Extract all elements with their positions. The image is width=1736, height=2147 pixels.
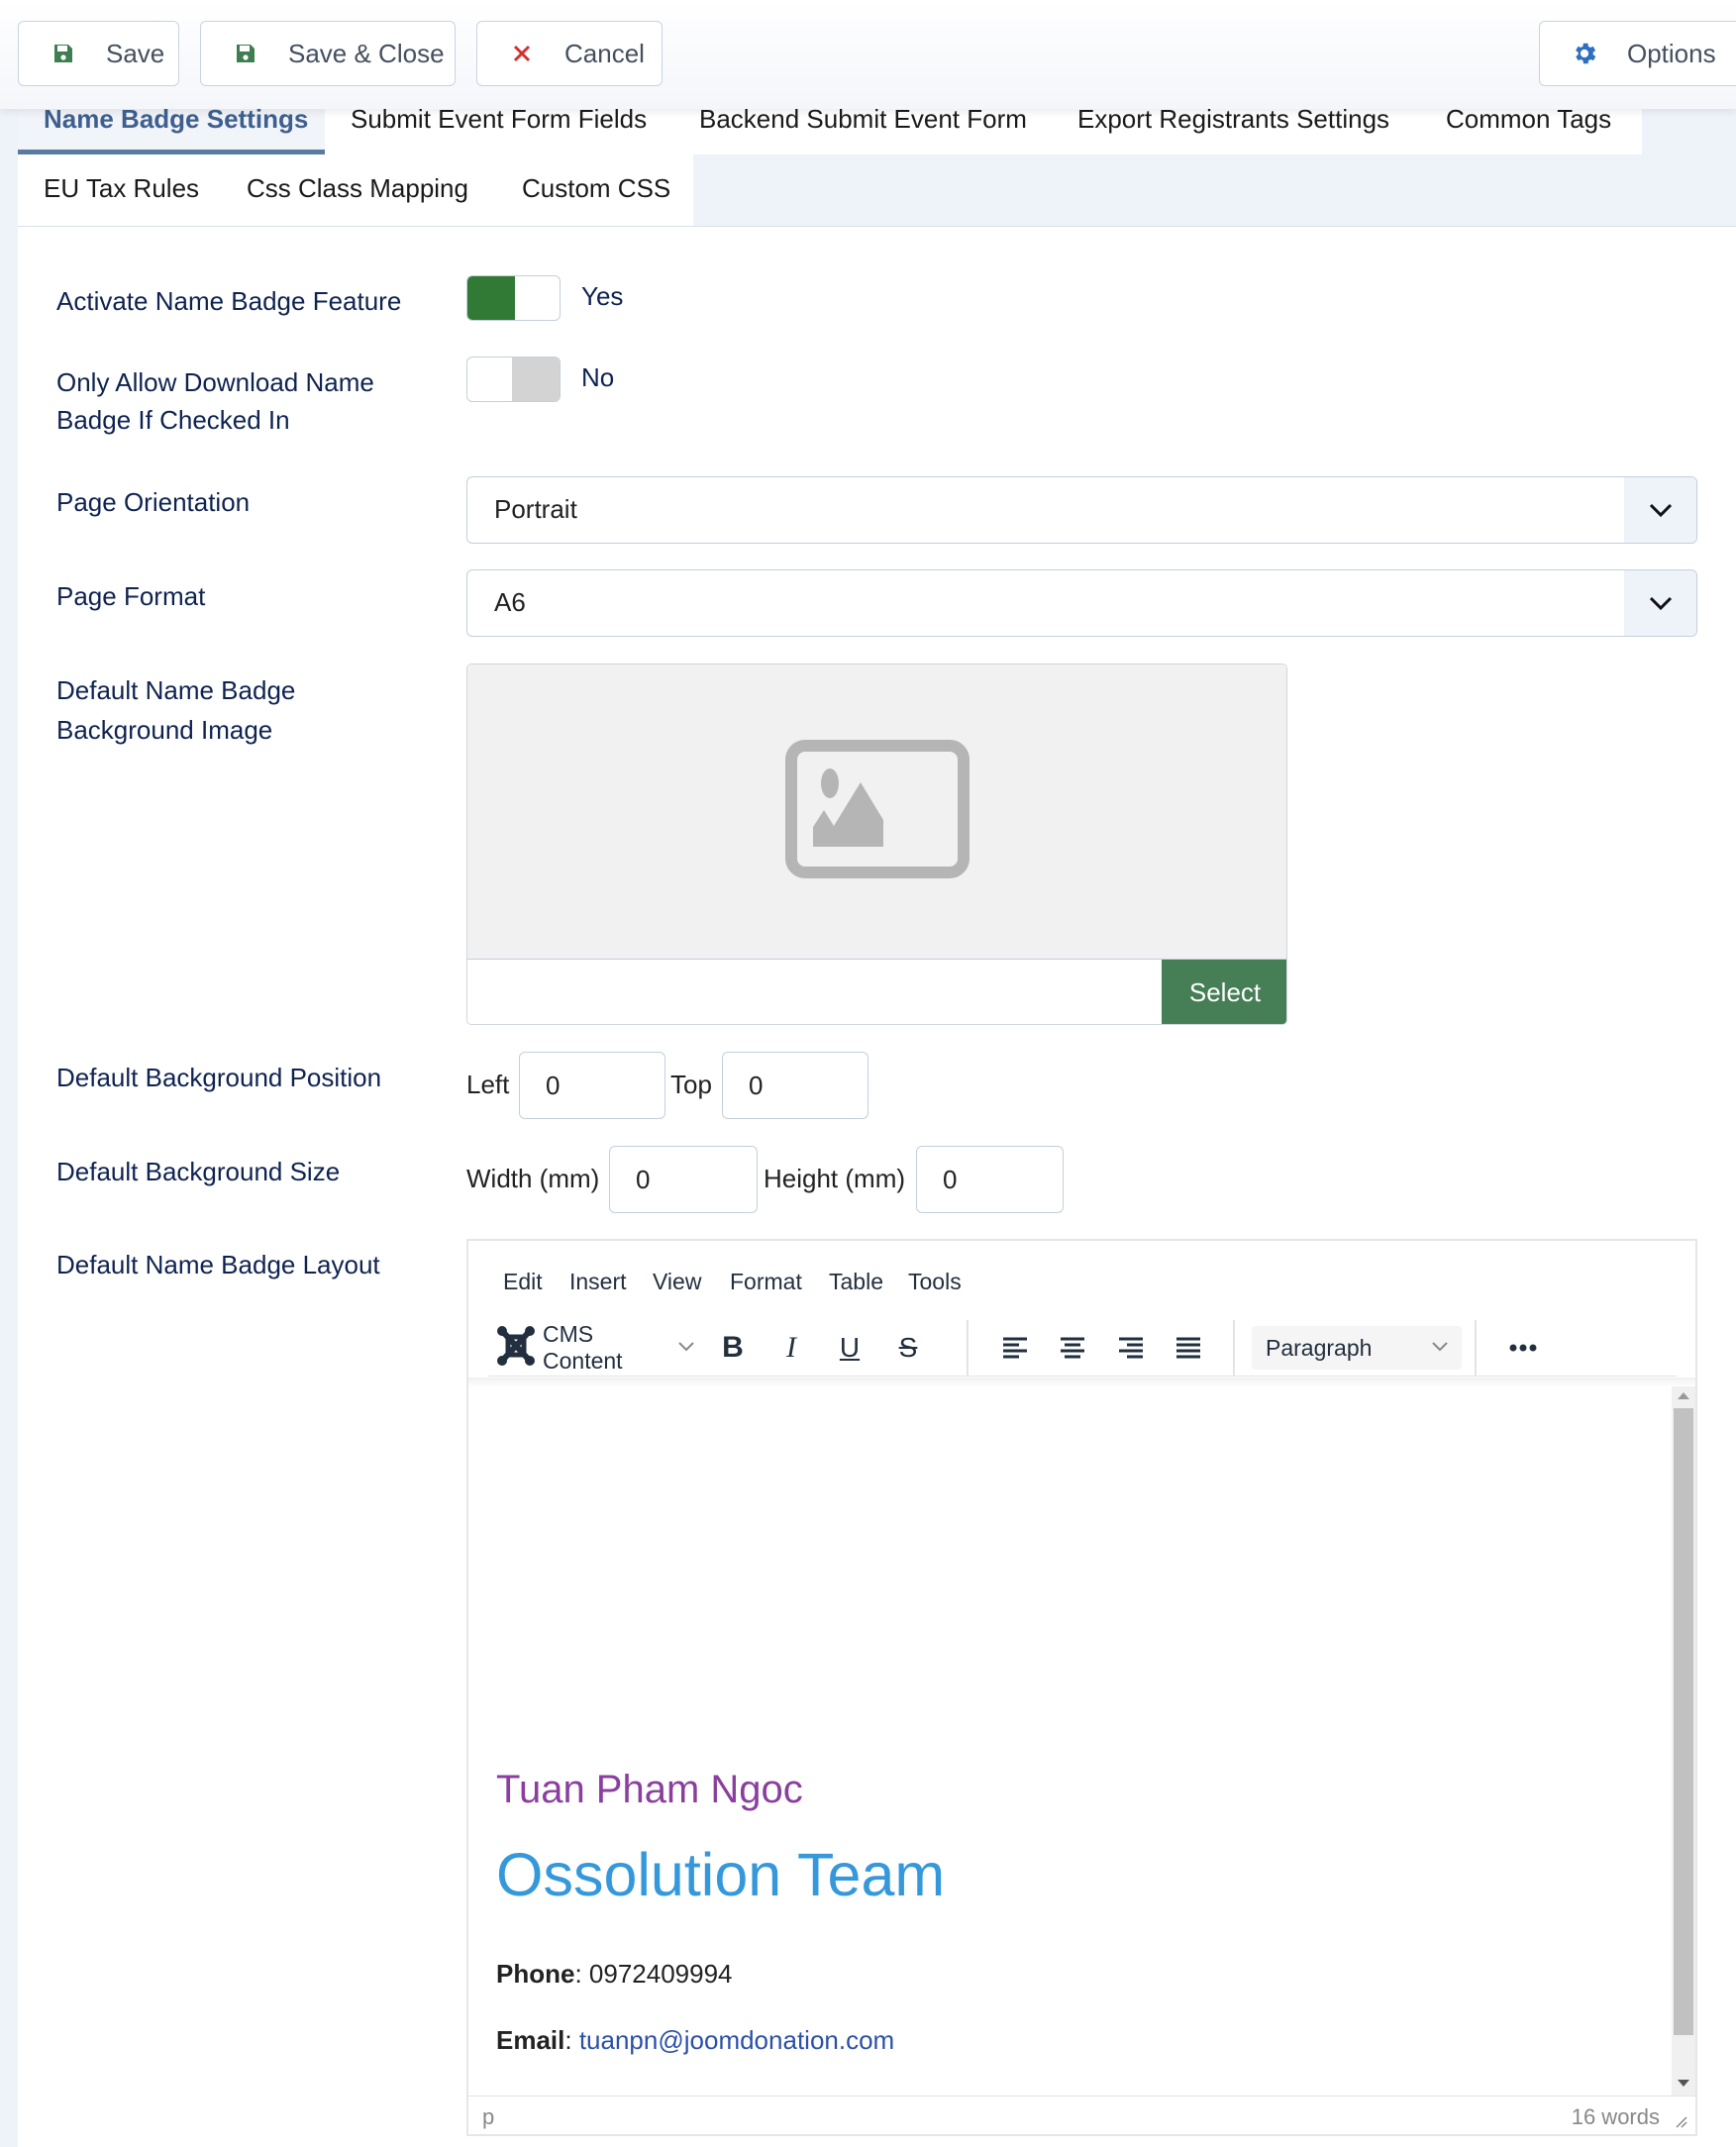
- format-select[interactable]: A6: [466, 569, 1697, 637]
- save-icon: [49, 39, 78, 68]
- badge-name: Tuan Pham Ngoc: [496, 1768, 803, 1811]
- toggle-on-segment: [467, 276, 515, 320]
- layout-editor: Edit Insert View Format Table Tools CMS …: [466, 1239, 1697, 2136]
- format-value: A6: [494, 587, 526, 617]
- only-checked-in-label-line2: Badge If Checked In: [56, 405, 290, 435]
- align-justify-icon[interactable]: [1167, 1326, 1210, 1370]
- save-icon: [231, 39, 260, 68]
- block-format-dropdown[interactable]: Paragraph: [1252, 1326, 1462, 1370]
- activate-toggle[interactable]: [466, 275, 561, 321]
- toolbar-separator: [1475, 1320, 1477, 1376]
- activate-value: Yes: [581, 281, 624, 311]
- tab-custom-css[interactable]: Custom CSS: [522, 173, 670, 204]
- only-checked-in-value: No: [581, 362, 615, 392]
- only-checked-in-label-line1: Only Allow Download Name: [56, 367, 374, 397]
- image-path-input[interactable]: [467, 960, 1166, 1024]
- image-preview: [467, 665, 1286, 960]
- block-format-value: Paragraph: [1266, 1334, 1373, 1361]
- toolbar-separator: [967, 1320, 969, 1376]
- left-label: Left: [466, 1070, 510, 1099]
- options-button[interactable]: Options: [1539, 21, 1736, 86]
- gear-icon: [1570, 39, 1599, 68]
- width-label: Width (mm): [466, 1164, 600, 1193]
- save-close-label: Save & Close: [288, 38, 445, 68]
- menu-edit[interactable]: Edit: [503, 1269, 543, 1295]
- menu-format[interactable]: Format: [730, 1269, 802, 1295]
- image-placeholder-icon: [784, 740, 970, 883]
- badge-company: Ossolution Team: [496, 1841, 946, 1908]
- editor-content[interactable]: Tuan Pham Ngoc Ossolution Team Phone: 09…: [468, 1386, 1672, 2096]
- scroll-up-arrow[interactable]: [1678, 1392, 1689, 1399]
- editor-toolbar: CMS Content B I U S Paragraph: [488, 1320, 1677, 1377]
- cancel-button[interactable]: Cancel: [476, 21, 663, 86]
- chevron-down-icon: [1624, 570, 1696, 636]
- badge-phone: Phone: 0972409994: [496, 1959, 733, 1989]
- toggle-off-segment: [512, 358, 560, 401]
- element-path[interactable]: p: [482, 2104, 494, 2130]
- align-left-icon[interactable]: [993, 1326, 1037, 1370]
- layout-label: Default Name Badge Layout: [56, 1250, 380, 1279]
- resize-handle-icon[interactable]: [1674, 2114, 1687, 2133]
- email-link[interactable]: tuanpn@joomdonation.com: [579, 2025, 894, 2055]
- tab-css-class-mapping[interactable]: Css Class Mapping: [247, 173, 468, 204]
- orientation-select[interactable]: Portrait: [466, 476, 1697, 544]
- italic-icon[interactable]: I: [769, 1326, 813, 1370]
- bg-image-label-line2: Background Image: [56, 715, 273, 745]
- editor-statusbar: p 16 words: [468, 2096, 1695, 2134]
- bg-height-input[interactable]: 0: [916, 1146, 1064, 1213]
- editor-scrollbar[interactable]: [1672, 1386, 1695, 2096]
- scrollbar-thumb[interactable]: [1674, 1408, 1693, 2035]
- menu-table[interactable]: Table: [829, 1269, 883, 1295]
- top-toolbar: Save Save & Close Cancel Options: [0, 0, 1736, 109]
- cms-content-dropdown[interactable]: CMS Content: [496, 1321, 694, 1374]
- select-image-button[interactable]: Select: [1162, 960, 1286, 1024]
- bg-image-label-line1: Default Name Badge: [56, 675, 296, 705]
- orientation-value: Portrait: [494, 494, 577, 524]
- top-label: Top: [670, 1070, 712, 1099]
- save-close-button[interactable]: Save & Close: [200, 21, 456, 86]
- menu-tools[interactable]: Tools: [908, 1269, 962, 1295]
- toolbar-separator: [1233, 1320, 1235, 1376]
- more-icon[interactable]: [1498, 1326, 1548, 1370]
- badge-email: Email: tuanpn@joomdonation.com: [496, 2025, 895, 2055]
- save-button[interactable]: Save: [18, 21, 179, 86]
- bold-icon[interactable]: B: [711, 1326, 755, 1370]
- close-icon: [507, 39, 537, 68]
- menu-insert[interactable]: Insert: [569, 1269, 627, 1295]
- joomla-icon: [496, 1325, 536, 1372]
- editor-menubar: Edit Insert View Format Table Tools: [468, 1241, 1695, 1310]
- options-label: Options: [1627, 38, 1716, 68]
- chevron-down-icon: [1624, 477, 1696, 543]
- chevron-down-icon: [678, 1339, 694, 1357]
- bg-size-label: Default Background Size: [56, 1157, 341, 1186]
- activate-label: Activate Name Badge Feature: [56, 286, 402, 316]
- scroll-down-arrow[interactable]: [1678, 2080, 1689, 2087]
- bg-top-input[interactable]: 0: [722, 1052, 868, 1119]
- align-right-icon[interactable]: [1109, 1326, 1153, 1370]
- cancel-label: Cancel: [564, 38, 645, 68]
- format-label: Page Format: [56, 581, 206, 611]
- bg-left-input[interactable]: 0: [519, 1052, 665, 1119]
- orientation-label: Page Orientation: [56, 487, 251, 517]
- underline-icon[interactable]: U: [828, 1326, 871, 1370]
- save-label: Save: [106, 38, 165, 68]
- menu-view[interactable]: View: [653, 1269, 701, 1295]
- height-label: Height (mm): [764, 1164, 906, 1193]
- bg-position-label: Default Background Position: [56, 1063, 382, 1092]
- chevron-down-icon: [1432, 1339, 1448, 1357]
- bg-width-input[interactable]: 0: [609, 1146, 758, 1213]
- tab-eu-tax-rules[interactable]: EU Tax Rules: [44, 173, 199, 204]
- strikethrough-icon[interactable]: S: [886, 1326, 930, 1370]
- align-center-icon[interactable]: [1051, 1326, 1094, 1370]
- media-field: Select: [466, 664, 1287, 1025]
- active-tab-indicator: [18, 150, 325, 154]
- only-checked-in-toggle[interactable]: [466, 357, 561, 402]
- word-count: 16 words: [1571, 2104, 1660, 2129]
- cms-content-label: CMS Content: [543, 1321, 623, 1374]
